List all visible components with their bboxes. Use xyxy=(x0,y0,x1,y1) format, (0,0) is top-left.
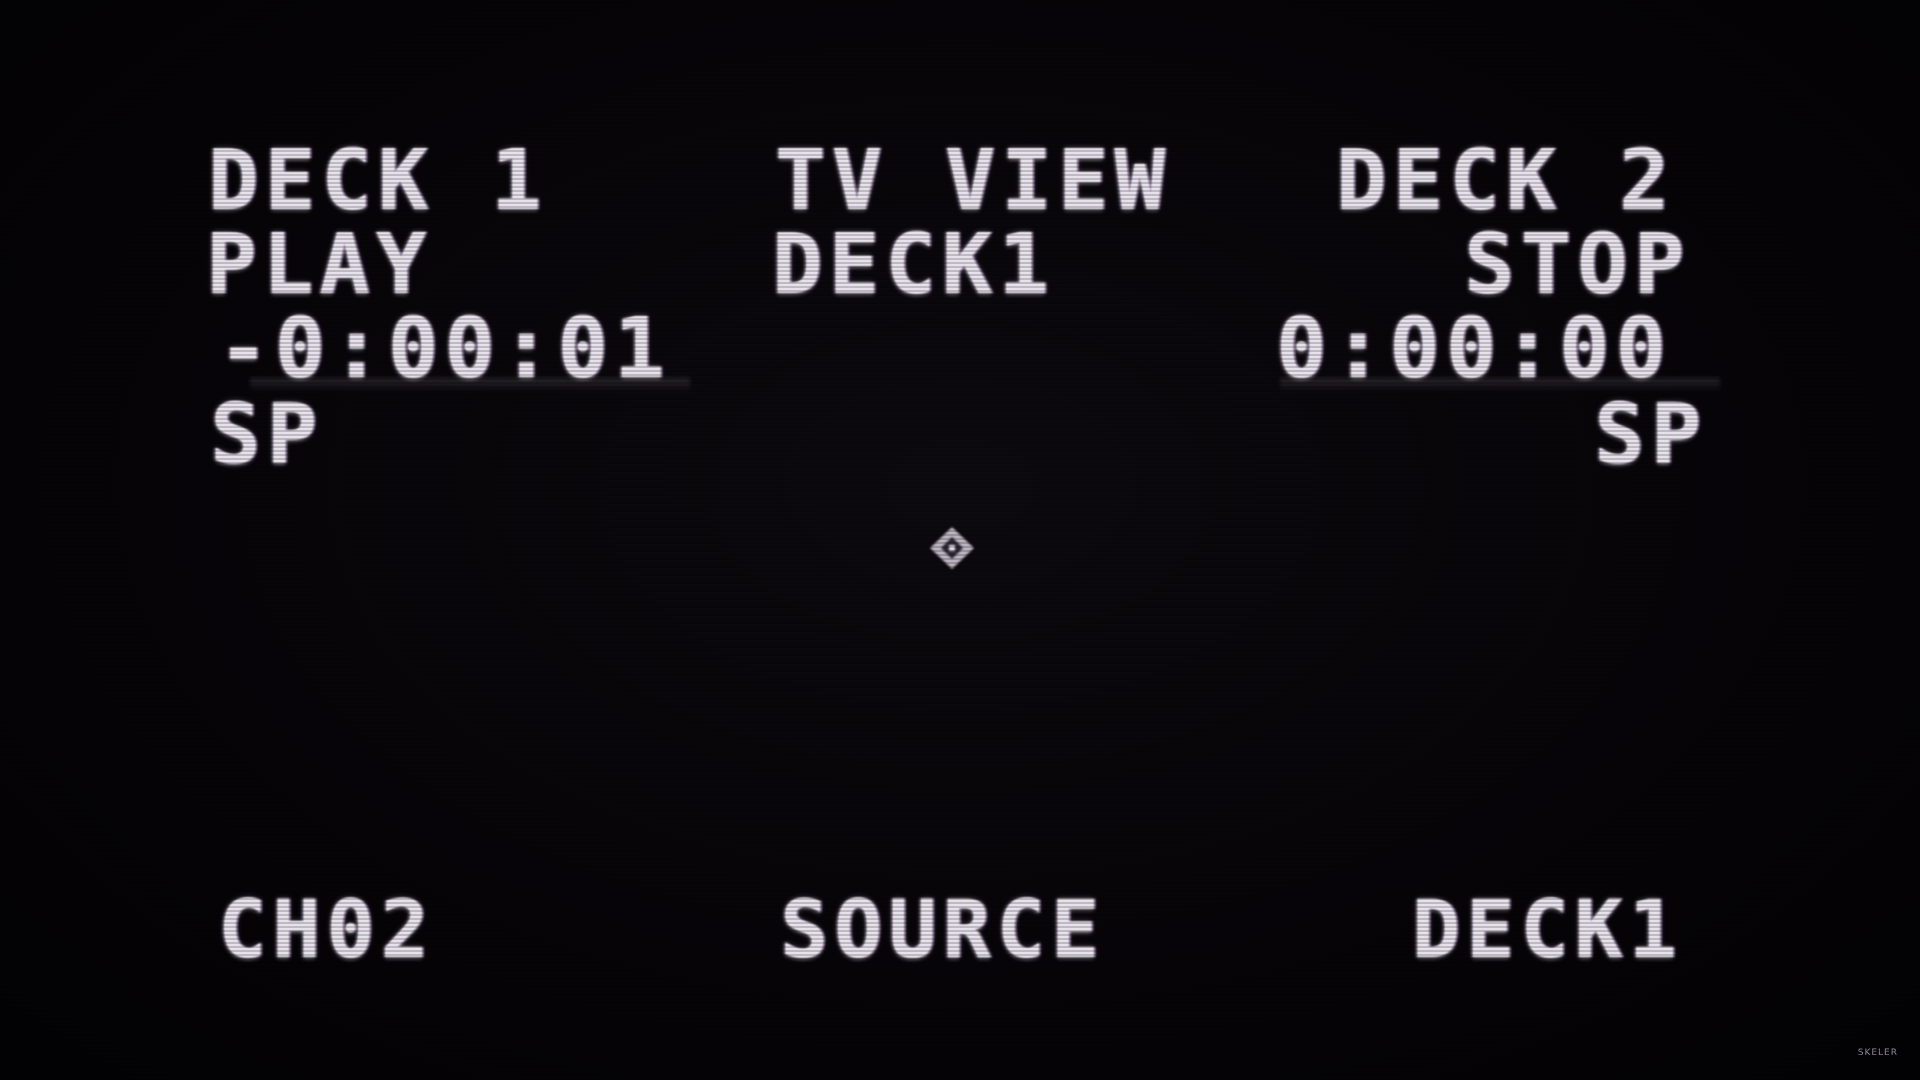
tv-view-title: TV VIEW xyxy=(775,131,1172,229)
channel-indicator: CH02 xyxy=(218,883,435,976)
deck1-speed: SP xyxy=(210,385,324,483)
deck1-status: PLAY xyxy=(206,215,433,313)
diamond-crosshair-icon xyxy=(930,527,974,569)
source-label: SOURCE xyxy=(780,883,1105,976)
vcr-osd-screen: DECK 1 PLAY -0:00:01 SP TV VIEW DECK1 DE… xyxy=(0,0,1920,1080)
tv-view-source: DECK1 xyxy=(772,215,1055,313)
deck2-status: STOP xyxy=(1464,215,1691,313)
watermark: SKELER xyxy=(1857,1048,1898,1058)
source-value: DECK1 xyxy=(1412,883,1683,976)
deck2-speed: SP xyxy=(1594,385,1708,483)
deck2-title: DECK 2 xyxy=(1336,131,1676,229)
deck1-title: DECK 1 xyxy=(208,131,548,229)
